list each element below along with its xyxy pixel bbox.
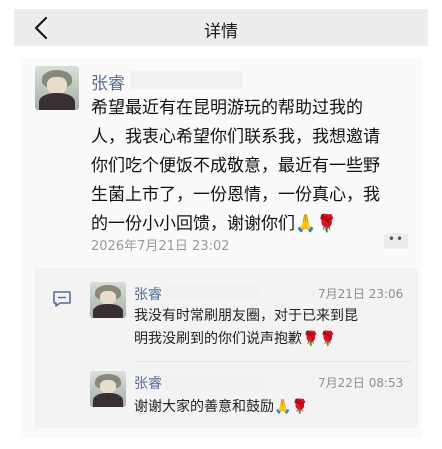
page-title: 详情 bbox=[204, 22, 238, 42]
comment-avatar[interactable] bbox=[90, 282, 126, 318]
post-author-name[interactable]: 张睿 bbox=[91, 69, 125, 94]
redacted-name-area bbox=[130, 71, 242, 89]
ellipsis-icon[interactable]: •• bbox=[384, 233, 408, 249]
comment-bubble-icon bbox=[53, 291, 71, 307]
post-timestamp: 2026年7月21日 23:02 bbox=[91, 239, 230, 254]
comment-avatar[interactable] bbox=[90, 371, 126, 407]
comment-text-line-1: 我没有时常刷朋友圈，对于已来到昆 bbox=[134, 308, 358, 324]
comment-time: 7月21日 23:06 bbox=[318, 287, 404, 301]
avatar[interactable] bbox=[35, 66, 79, 110]
post-text-line-4: 生菌上市了，一份恩情，一份真心，我 bbox=[91, 185, 380, 205]
comment-author-name[interactable]: 张睿 bbox=[134, 373, 162, 393]
nav-bar: 详情 bbox=[14, 9, 428, 46]
comment-time: 7月22日 08:53 bbox=[318, 376, 404, 390]
comment-author-name[interactable]: 张睿 bbox=[134, 284, 162, 304]
post-text-line-1: 希望最近有在昆明游玩的帮助过我的 bbox=[91, 98, 363, 118]
post-text-line-2: 人，我衷心希望你们联系我，我想邀请 bbox=[91, 127, 380, 147]
comment-divider bbox=[134, 361, 412, 362]
redacted-name-area bbox=[165, 285, 260, 301]
redacted-name-area bbox=[165, 374, 265, 390]
post-text-line-3: 你们吃个便饭不成敬意，最近有一些野 bbox=[91, 156, 380, 176]
comment-text-line-1: 谢谢大家的善意和鼓励🙏🌹 bbox=[134, 399, 309, 415]
comment-text-line-2: 明我没刷到的你们说声抱歉🌹🌹 bbox=[134, 331, 337, 347]
